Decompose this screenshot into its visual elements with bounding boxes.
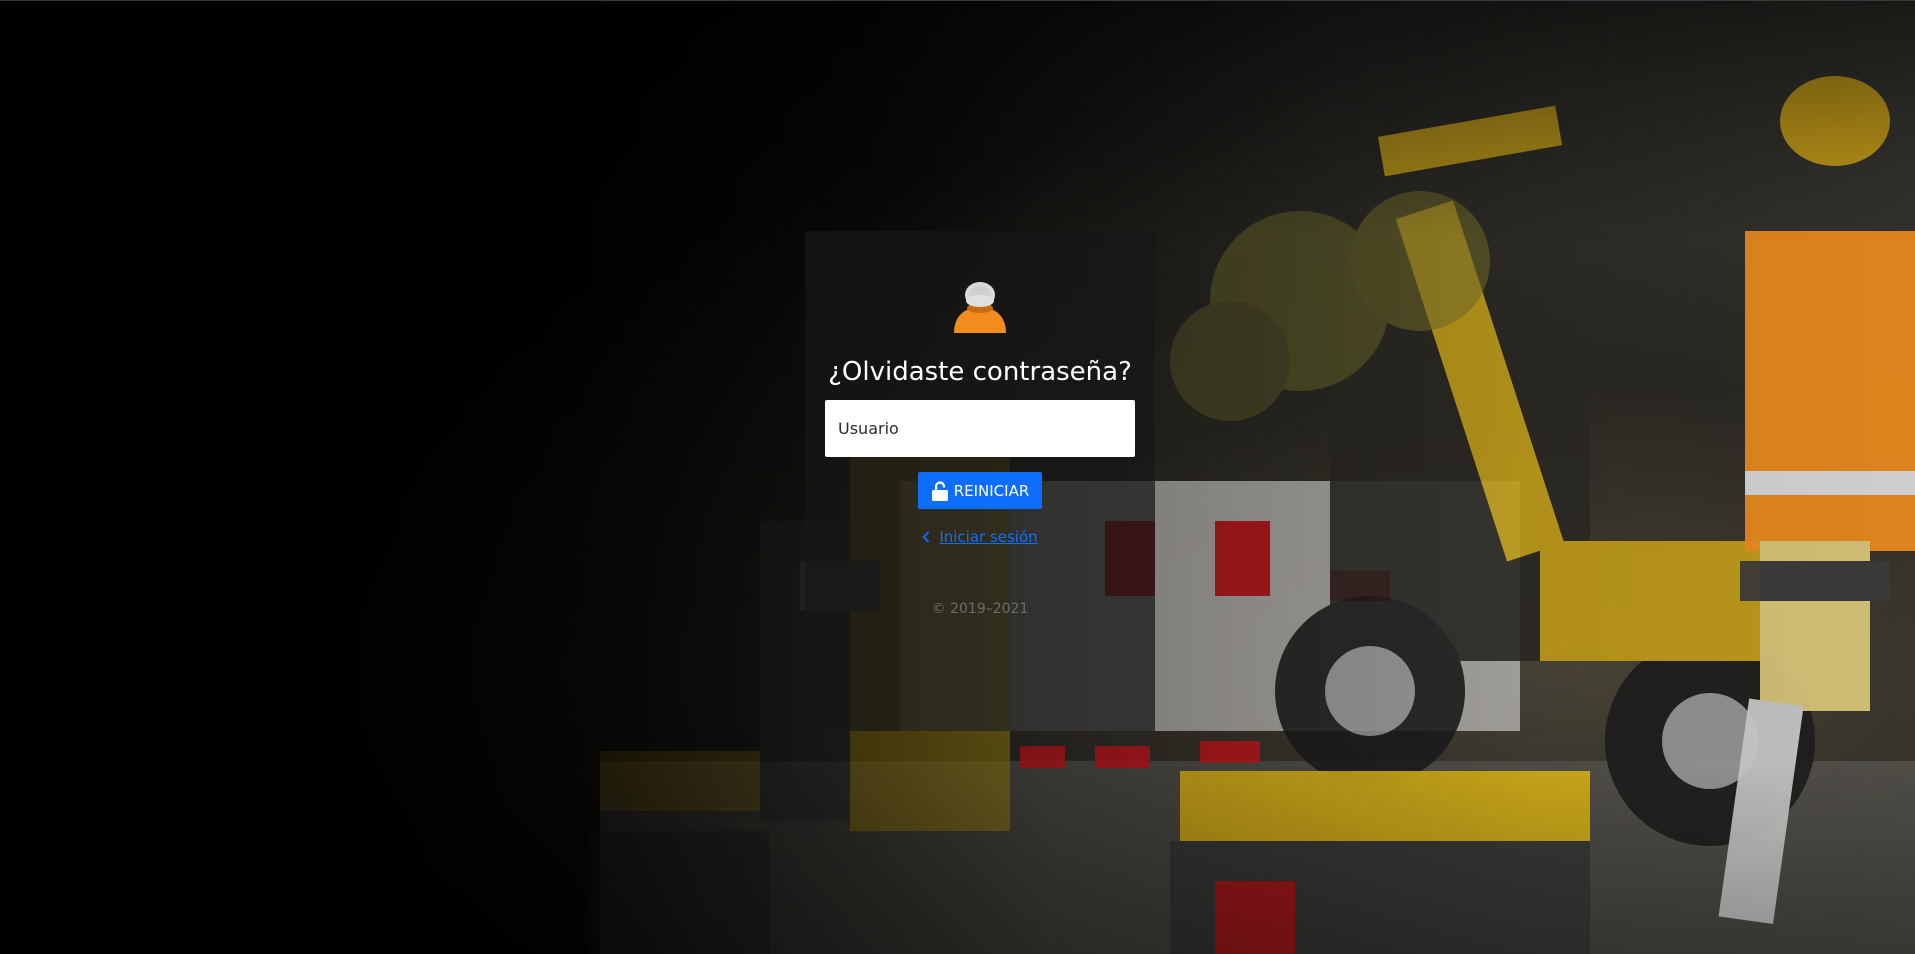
chevron-left-icon[interactable] [922,531,930,543]
password-reset-card: ¿Olvidaste contraseña? REINICIAR Iniciar… [805,231,1155,731]
user-avatar-icon [954,282,1006,333]
back-to-login: Iniciar sesión [805,528,1155,546]
reset-button-label: REINICIAR [953,481,1030,500]
copyright-text: © 2019–2021 [931,601,1029,617]
username-input[interactable] [825,400,1135,457]
reset-button[interactable]: REINICIAR [918,472,1042,509]
page-title: ¿Olvidaste contraseña? [828,357,1132,387]
login-link[interactable]: Iniciar sesión [939,528,1037,546]
unlock-icon [931,480,948,501]
page: ¿Olvidaste contraseña? REINICIAR Iniciar… [0,0,1915,954]
